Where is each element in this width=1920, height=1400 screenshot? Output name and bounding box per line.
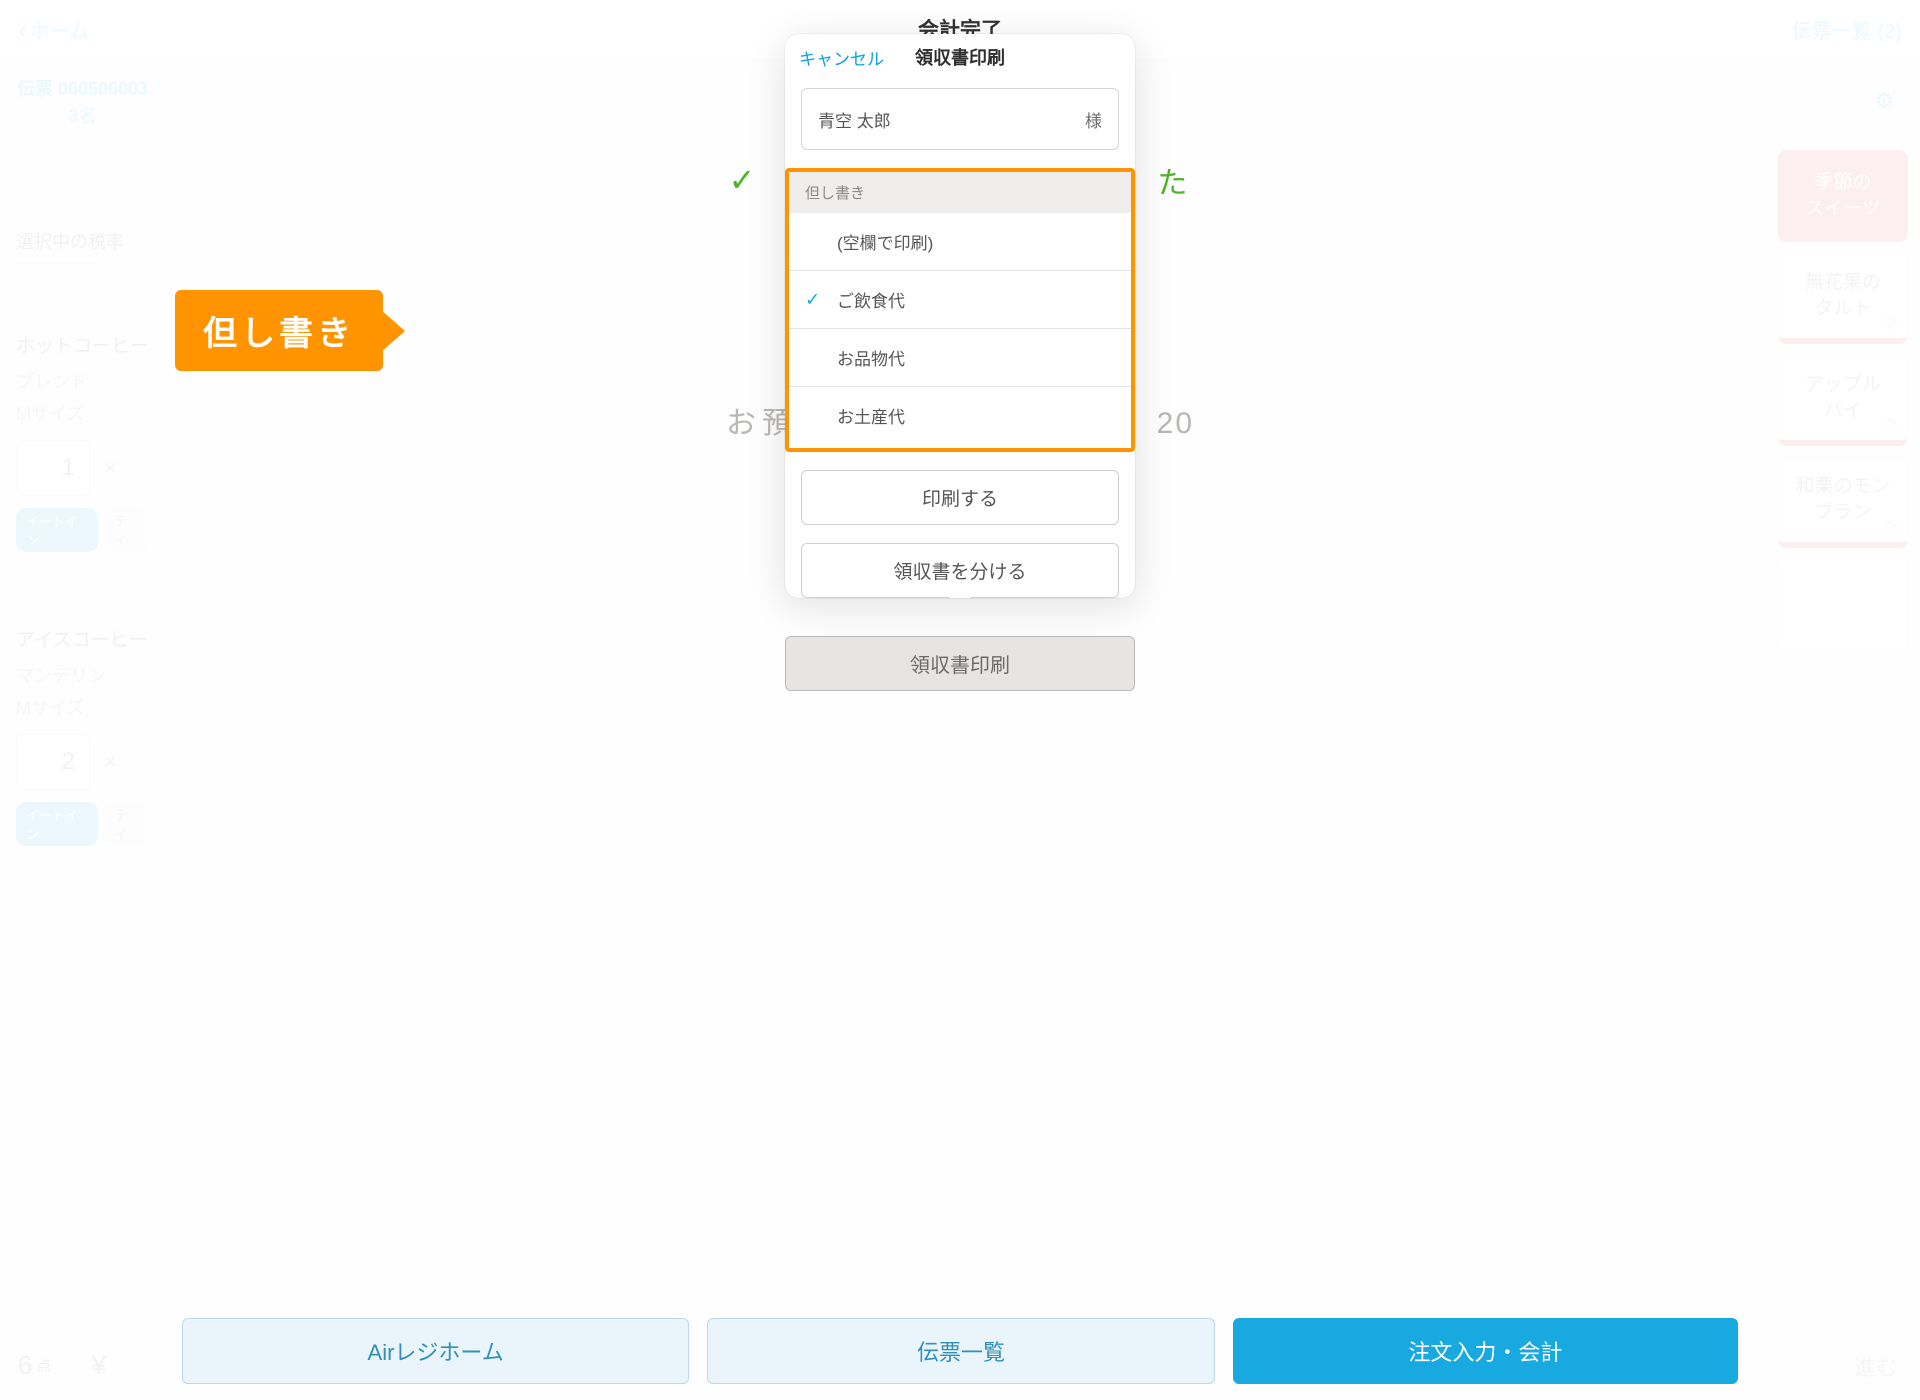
popover-title: 領収書印刷 <box>915 44 1005 70</box>
receipt-print-popover: キャンセル 領収書印刷 青空 太郎 様 但し書き (空欄で印刷) ✓ ご飲食代 … <box>785 34 1135 598</box>
proviso-label: (空欄で印刷) <box>837 234 933 253</box>
print-button[interactable]: 印刷する <box>801 470 1119 525</box>
proviso-option[interactable]: (空欄で印刷) <box>789 213 1131 271</box>
split-receipt-button[interactable]: 領収書を分ける <box>801 543 1119 598</box>
popover-arrow-icon <box>949 597 971 598</box>
recipient-suffix: 様 <box>1085 107 1102 132</box>
proviso-label: お土産代 <box>837 408 905 427</box>
proviso-label: お品物代 <box>837 350 905 369</box>
proviso-header: 但し書き <box>789 172 1131 213</box>
annotation-callout: 但し書き <box>175 290 383 371</box>
proviso-label: ご飲食代 <box>837 292 905 311</box>
proviso-option[interactable]: お土産代 <box>789 387 1131 444</box>
recipient-name-field[interactable]: 青空 太郎 様 <box>801 88 1119 150</box>
cancel-button[interactable]: キャンセル <box>799 45 884 70</box>
check-icon: ✓ <box>729 161 760 199</box>
proviso-option[interactable]: ✓ ご飲食代 <box>789 271 1131 329</box>
check-icon: ✓ <box>805 289 820 310</box>
ticket-list-button[interactable]: 伝票一覧 <box>707 1318 1214 1384</box>
air-regi-home-button[interactable]: Airレジホーム <box>182 1318 689 1384</box>
proviso-option[interactable]: お品物代 <box>789 329 1131 387</box>
order-entry-button[interactable]: 注文入力・会計 <box>1233 1318 1738 1384</box>
receipt-print-ghost-button[interactable]: 領収書印刷 <box>785 636 1135 691</box>
proviso-section: 但し書き (空欄で印刷) ✓ ご飲食代 お品物代 お土産代 <box>785 168 1135 452</box>
recipient-name: 青空 太郎 <box>818 107 891 132</box>
